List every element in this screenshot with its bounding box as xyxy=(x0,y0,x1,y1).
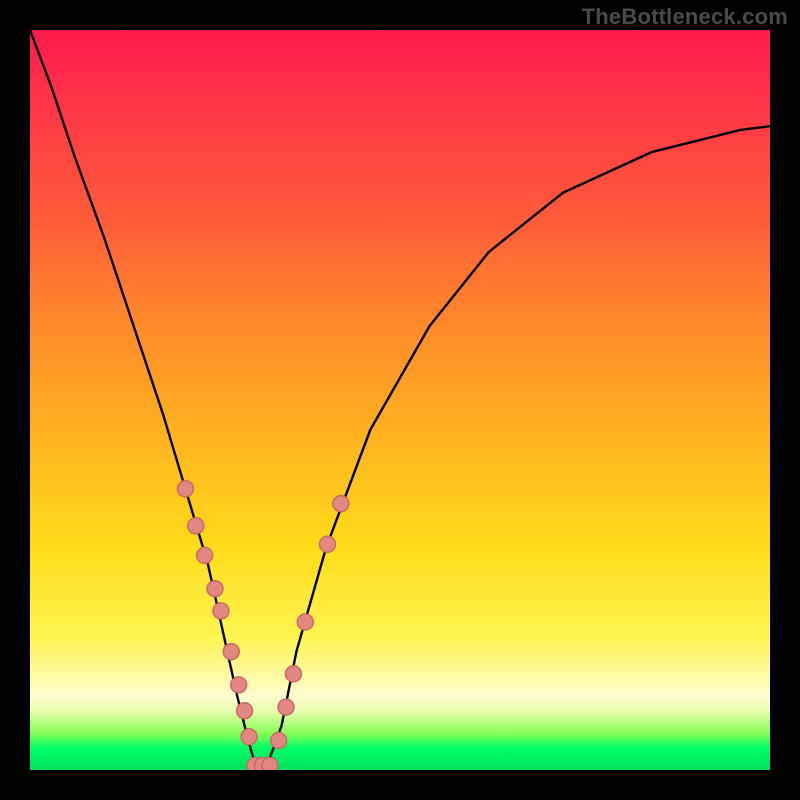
chart-frame: TheBottleneck.com xyxy=(0,0,800,800)
plot-area xyxy=(30,30,770,770)
watermark-text: TheBottleneck.com xyxy=(582,4,788,30)
chart-svg xyxy=(30,30,770,770)
data-marker xyxy=(333,496,349,512)
data-marker xyxy=(241,729,257,745)
data-marker xyxy=(278,699,294,715)
bottleneck-curve xyxy=(30,30,770,766)
data-marker xyxy=(319,536,335,552)
data-marker xyxy=(297,614,313,630)
data-marker xyxy=(262,758,278,770)
data-marker xyxy=(231,677,247,693)
data-marker xyxy=(285,666,301,682)
data-marker xyxy=(223,644,239,660)
data-marker xyxy=(237,703,253,719)
data-marker xyxy=(207,581,223,597)
data-marker xyxy=(188,518,204,534)
data-marker xyxy=(197,547,213,563)
data-marker xyxy=(271,732,287,748)
data-marker xyxy=(213,603,229,619)
data-marker xyxy=(177,481,193,497)
